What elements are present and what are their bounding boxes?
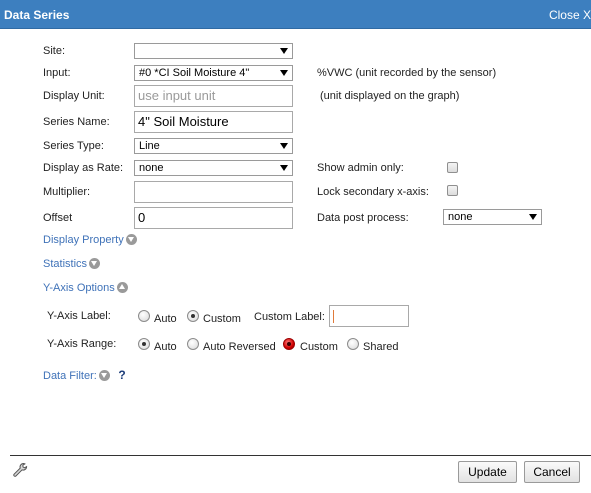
dropdown-arrow-icon <box>280 143 288 149</box>
dialog-title: Data Series <box>4 8 70 22</box>
offset-input[interactable]: 0 <box>134 207 293 229</box>
series-type-label: Series Type: <box>43 140 104 152</box>
text-caret <box>333 310 334 323</box>
display-property-label: Display Property <box>43 234 124 246</box>
post-process-label: Data post process: <box>317 212 409 224</box>
y-axis-label-title: Y-Axis Label: <box>47 310 111 322</box>
close-button[interactable]: Close X <box>549 8 591 22</box>
site-select[interactable] <box>134 43 293 59</box>
y-label-custom-radio[interactable] <box>187 310 199 322</box>
y-label-custom-text: Custom <box>203 313 241 325</box>
footer-divider <box>10 455 591 456</box>
display-rate-label: Display as Rate: <box>43 162 124 174</box>
dropdown-arrow-icon <box>280 70 288 76</box>
dialog-titlebar: Data Series Close X <box>0 0 591 29</box>
cancel-button[interactable]: Cancel <box>524 461 580 483</box>
chevron-down-icon <box>98 370 110 381</box>
series-type-select[interactable]: Line <box>134 138 293 154</box>
display-rate-select[interactable]: none <box>134 160 293 176</box>
y-range-shared-radio[interactable] <box>347 338 359 350</box>
y-range-autoreversed-text: Auto Reversed <box>203 341 276 353</box>
statistics-toggle[interactable]: Statistics <box>43 258 101 270</box>
y-label-auto-radio[interactable] <box>138 310 150 322</box>
series-name-label: Series Name: <box>43 116 110 128</box>
input-select[interactable]: #0 *CI Soil Moisture 4" <box>134 65 293 81</box>
offset-label: Offset <box>43 212 73 224</box>
y-range-autoreversed-radio[interactable] <box>187 338 199 350</box>
data-filter-label: Data Filter: <box>43 370 97 382</box>
y-range-auto-text: Auto <box>154 341 177 353</box>
y-range-custom-radio[interactable] <box>283 338 295 350</box>
series-name-input[interactable]: 4" Soil Moisture <box>134 111 293 133</box>
display-unit-note: (unit displayed on the graph) <box>320 90 460 102</box>
y-label-auto-text: Auto <box>154 313 177 325</box>
y-axis-range-title: Y-Axis Range: <box>47 338 117 350</box>
dropdown-arrow-icon <box>529 214 537 220</box>
y-range-auto-radio[interactable] <box>138 338 150 350</box>
update-button[interactable]: Update <box>458 461 517 483</box>
show-admin-label: Show admin only: <box>317 162 404 174</box>
post-process-value: none <box>448 211 473 223</box>
multiplier-input[interactable] <box>134 181 293 203</box>
multiplier-label: Multiplier: <box>43 186 91 198</box>
statistics-label: Statistics <box>43 258 88 270</box>
chevron-down-icon <box>125 234 137 245</box>
dropdown-arrow-icon <box>280 165 288 171</box>
help-icon[interactable]: ? <box>116 369 128 382</box>
chevron-down-icon <box>89 258 101 269</box>
y-axis-options-toggle[interactable]: Y-Axis Options <box>43 282 128 294</box>
input-label: Input: <box>43 67 71 79</box>
custom-label-input[interactable] <box>329 305 409 327</box>
data-filter-toggle[interactable]: Data Filter: <box>43 370 110 382</box>
display-unit-input[interactable]: use input unit <box>134 85 293 107</box>
series-type-value: Line <box>139 140 160 152</box>
display-property-toggle[interactable]: Display Property <box>43 234 137 246</box>
custom-label-title: Custom Label: <box>254 311 325 323</box>
post-process-select[interactable]: none <box>443 209 542 225</box>
y-range-custom-text: Custom <box>300 341 338 353</box>
chevron-up-icon <box>116 282 128 293</box>
dropdown-arrow-icon <box>280 48 288 54</box>
site-label: Site: <box>43 45 66 57</box>
display-rate-value: none <box>139 162 164 174</box>
wrench-icon[interactable] <box>12 462 28 478</box>
input-unit-note: %VWC (unit recorded by the sensor) <box>317 67 497 79</box>
show-admin-checkbox[interactable] <box>447 162 458 173</box>
lock-x-checkbox[interactable] <box>447 185 458 196</box>
input-select-value: #0 *CI Soil Moisture 4" <box>139 67 250 79</box>
lock-x-label: Lock secondary x-axis: <box>317 186 429 198</box>
display-unit-label: Display Unit: <box>43 90 105 102</box>
y-range-shared-text: Shared <box>363 341 399 353</box>
y-axis-options-label: Y-Axis Options <box>43 282 115 294</box>
